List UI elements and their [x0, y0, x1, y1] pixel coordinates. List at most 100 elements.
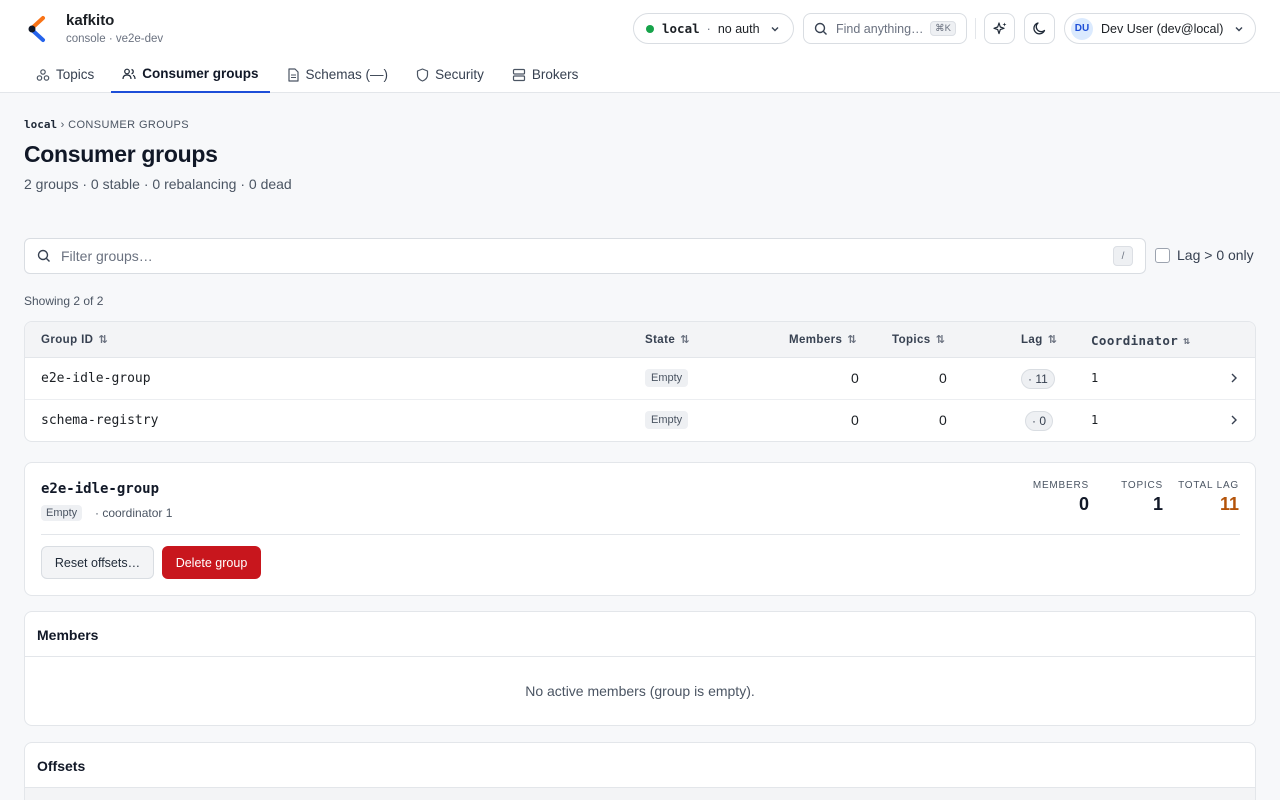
tab-label: Consumer groups: [142, 66, 259, 81]
table-row[interactable]: e2e-idle-group Empty 0 0 · 11 1: [25, 358, 1255, 400]
document-icon: [287, 67, 299, 82]
connection-name: local: [662, 21, 700, 36]
sort-icon: ⇅: [847, 334, 857, 346]
topics-cell: 0: [939, 370, 947, 386]
lag-pill: · 11: [1021, 369, 1055, 389]
connection-separator: ·: [706, 21, 711, 36]
col-lag[interactable]: Lag ⇅: [1021, 333, 1058, 347]
breadcrumb-separator: ›: [60, 119, 69, 131]
top-header: kafkito console · ve2e-dev local · no au…: [0, 0, 1280, 93]
ai-assist-button[interactable]: [984, 13, 1015, 44]
table-row[interactable]: schema-registry Empty 0 0 · 0 1: [25, 400, 1255, 441]
connection-selector[interactable]: local · no auth: [633, 13, 794, 44]
sort-icon: ⇅: [98, 334, 109, 346]
tab-brokers[interactable]: Brokers: [501, 58, 590, 91]
tab-label: Topics: [56, 67, 95, 82]
col-topics[interactable]: Topics ⇅: [892, 333, 946, 347]
breadcrumb: local › CONSUMER GROUPS: [24, 118, 189, 131]
members-panel: Members No active members (group is empt…: [24, 611, 1256, 726]
search-placeholder: Find anything…: [836, 21, 924, 36]
offsets-table-header: [25, 788, 1255, 800]
lag-only-checkbox[interactable]: [1155, 247, 1170, 263]
stat-label: MEMBERS: [1032, 480, 1089, 491]
main-tabs: Topics Consumer groups Schemas (—) Secur…: [25, 58, 595, 93]
stat-label: TOPICS: [1121, 480, 1163, 491]
stat-value: 0: [1078, 494, 1089, 514]
tab-label: Brokers: [531, 67, 579, 82]
lag-only-toggle[interactable]: Lag > 0 only: [1155, 247, 1254, 263]
theme-toggle-button[interactable]: [1024, 13, 1055, 44]
sort-icon: ⇅: [1047, 334, 1058, 346]
tab-topics[interactable]: Topics: [25, 58, 105, 91]
group-id-cell[interactable]: schema-registry: [41, 413, 158, 428]
members-panel-title: Members: [25, 612, 1255, 657]
connection-auth: no auth: [717, 21, 760, 36]
filter-shortcut: /: [1113, 246, 1133, 266]
detail-group-id: e2e-idle-group: [41, 481, 160, 497]
page-title: Consumer groups: [24, 141, 218, 167]
members-cell: 0: [851, 412, 859, 428]
global-search[interactable]: Find anything… ⌘K: [803, 13, 967, 44]
breadcrumb-section: CONSUMER GROUPS: [68, 119, 190, 131]
col-members[interactable]: Members ⇅: [789, 333, 857, 347]
members-empty-state: No active members (group is empty).: [525, 683, 755, 699]
lag-pill: · 0: [1025, 411, 1054, 431]
stat-label: TOTAL LAG: [1178, 480, 1239, 491]
sparkles-icon: [992, 21, 1006, 34]
col-label: Group ID: [41, 333, 94, 346]
tab-label: Schemas (—): [305, 67, 389, 82]
user-label: Dev User (dev@local): [1101, 21, 1224, 36]
sort-icon: ⇅: [1183, 334, 1191, 347]
filter-groups-input[interactable]: Filter groups… /: [24, 238, 1146, 274]
connection-status-dot: [646, 24, 654, 33]
divider: [41, 534, 1240, 535]
group-id-cell[interactable]: e2e-idle-group: [41, 371, 151, 386]
members-cell: 0: [851, 370, 859, 386]
users-icon: [122, 68, 136, 79]
chevron-right-icon: [1231, 415, 1237, 425]
col-label: Lag: [1021, 333, 1043, 346]
avatar: DU: [1071, 17, 1093, 40]
tab-schemas[interactable]: Schemas (—): [276, 58, 400, 91]
brand[interactable]: kafkito console · ve2e-dev: [28, 12, 163, 46]
moon-icon: [1033, 22, 1046, 35]
topics-icon: [36, 68, 50, 81]
kafkito-logo-icon: [28, 16, 45, 42]
search-shortcut: ⌘K: [930, 21, 956, 36]
stat-value: 1: [1152, 494, 1163, 514]
col-label: Topics: [892, 333, 931, 346]
col-label: State: [645, 333, 676, 346]
offsets-panel-title: Offsets: [25, 743, 1255, 788]
coordinator-cell: 1: [1091, 371, 1099, 385]
user-menu[interactable]: DU Dev User (dev@local): [1064, 13, 1256, 44]
shield-icon: [416, 67, 429, 82]
tab-consumer-groups[interactable]: Consumer groups: [111, 58, 270, 93]
tab-security[interactable]: Security: [405, 58, 495, 91]
topics-cell: 0: [939, 412, 947, 428]
chevron-right-icon: [1231, 373, 1237, 383]
results-count: Showing 2 of 2: [24, 294, 104, 308]
reset-offsets-button[interactable]: Reset offsets…: [41, 546, 154, 579]
status-badge: Empty: [41, 505, 83, 521]
app-subtitle: console · ve2e-dev: [66, 33, 164, 45]
stat-value: 11: [1219, 494, 1239, 514]
offsets-panel: Offsets: [24, 742, 1256, 800]
delete-group-button[interactable]: Delete group: [162, 546, 261, 579]
detail-coordinator: · coordinator 1: [95, 506, 173, 520]
group-detail-card: e2e-idle-group Empty · coordinator 1 MEM…: [24, 462, 1256, 596]
filter-placeholder: Filter groups…: [61, 248, 153, 264]
col-label: Coordinator: [1091, 333, 1179, 348]
breadcrumb-cluster[interactable]: local: [24, 118, 57, 131]
stat-topics: TOPICS 1: [1121, 480, 1163, 515]
col-coordinator[interactable]: Coordinator ⇅: [1091, 333, 1190, 348]
status-badge: Empty: [645, 369, 689, 387]
consumer-groups-table: Group ID ⇅ State ⇅ Members ⇅ Topics ⇅ Lag ⇅ C…: [24, 321, 1256, 442]
lag-only-label: Lag > 0 only: [1177, 247, 1254, 263]
sort-icon: ⇅: [935, 334, 946, 346]
header-divider: [975, 18, 976, 39]
chevron-down-icon: [1235, 26, 1243, 31]
coordinator-cell: 1: [1091, 413, 1099, 427]
col-state[interactable]: State ⇅: [645, 333, 690, 347]
col-group-id[interactable]: Group ID ⇅: [41, 333, 109, 347]
status-badge: Empty: [645, 411, 689, 429]
